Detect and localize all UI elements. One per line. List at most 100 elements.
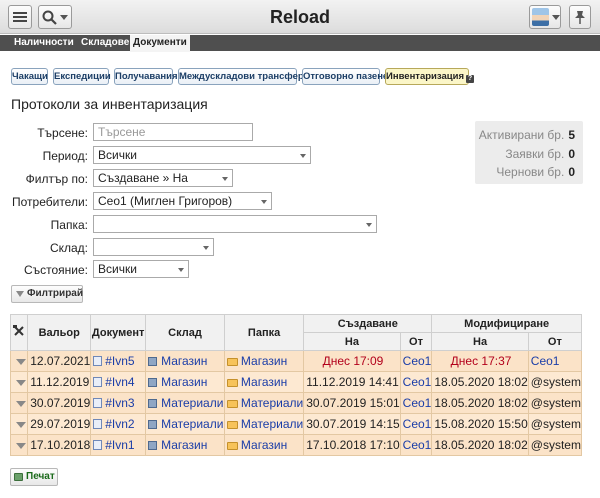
user-link[interactable]: Ceo1 xyxy=(403,438,432,452)
subtab-transfers[interactable]: Междускладови трансфери xyxy=(178,68,310,85)
document-link[interactable]: #Ivn2 xyxy=(105,417,134,431)
warehouse-header[interactable]: Склад xyxy=(145,314,225,351)
warehouse-link[interactable]: Магазин xyxy=(161,375,207,389)
period-select[interactable]: Всички xyxy=(93,146,311,164)
actions-header xyxy=(9,314,29,351)
folder-cell[interactable]: Магазин xyxy=(223,350,305,372)
user-link[interactable]: Ceo1 xyxy=(531,354,560,368)
document-cell[interactable]: #Ivn1 xyxy=(90,434,147,456)
document-link[interactable]: #Ivn4 xyxy=(105,375,134,389)
folder-cell[interactable]: Магазин xyxy=(223,371,305,393)
warehouse-link[interactable]: Материали xyxy=(161,396,223,410)
state-select[interactable]: Всички xyxy=(93,260,189,278)
warehouse-cell[interactable]: Материали xyxy=(145,392,225,414)
folder-link[interactable]: Магазин xyxy=(241,375,287,389)
pin-button[interactable] xyxy=(569,5,591,29)
row-menu[interactable] xyxy=(9,350,29,372)
document-link[interactable]: #Ivn5 xyxy=(105,354,134,368)
folder-cell[interactable]: Материали xyxy=(223,413,305,435)
created-by-cell[interactable]: Ceo1 xyxy=(399,350,433,372)
user-link[interactable]: Ceo1 xyxy=(403,354,432,368)
table-row[interactable]: 17.10.2018 #Ivn1 Магазин Магазин 17.10.2… xyxy=(9,434,583,456)
tab-inventory[interactable]: Наличности xyxy=(11,35,77,51)
warehouse-icon xyxy=(148,441,158,450)
warehouse-link[interactable]: Материали xyxy=(161,417,223,431)
user-menu-button[interactable] xyxy=(529,5,561,29)
created-by-header[interactable]: От xyxy=(399,332,433,351)
filter-button[interactable]: Филтрирай xyxy=(11,285,83,303)
modified-by-header[interactable]: От xyxy=(527,332,583,351)
page-title: Протоколи за инвентаризация xyxy=(11,96,208,112)
subtab-inventory-count[interactable]: Инвентаризация? xyxy=(385,68,474,85)
folder-link[interactable]: Магазин xyxy=(241,354,287,368)
modified-on-cell: 18.05.2020 18:02 xyxy=(431,392,529,414)
search-input[interactable] xyxy=(93,123,253,141)
folder-link[interactable]: Материали xyxy=(241,417,303,431)
row-menu[interactable] xyxy=(9,434,29,456)
tab-documents[interactable]: Документи xyxy=(130,35,190,52)
table-row[interactable]: 29.07.2019 #Ivn2 Материали Материали 30.… xyxy=(9,413,583,435)
filter-by-select[interactable]: Създаване » На xyxy=(93,169,233,187)
document-icon xyxy=(93,419,103,429)
search-button[interactable] xyxy=(38,5,72,29)
tab-warehouses[interactable]: Складове xyxy=(78,35,132,51)
user-link[interactable]: Ceo1 xyxy=(403,375,432,389)
stat-drafts-label: Чернови бр. xyxy=(496,165,565,179)
warehouse-cell[interactable]: Магазин xyxy=(145,371,225,393)
folder-link[interactable]: Материали xyxy=(241,396,303,410)
table-row[interactable]: 30.07.2019 #Ivn3 Материали Материали 30.… xyxy=(9,392,583,414)
warehouse-icon xyxy=(148,420,158,429)
warehouse-link[interactable]: Магазин xyxy=(161,354,207,368)
valor-header[interactable]: Вальор xyxy=(27,314,92,351)
search-label: Търсене: xyxy=(37,126,88,140)
folder-link[interactable]: Магазин xyxy=(241,438,287,452)
created-on-cell: 17.10.2018 17:10 xyxy=(303,434,401,456)
folder-cell[interactable]: Магазин xyxy=(223,434,305,456)
warehouse-cell[interactable]: Магазин xyxy=(145,350,225,372)
subtab-pending[interactable]: Чакащи xyxy=(11,68,48,85)
document-link[interactable]: #Ivn1 xyxy=(105,438,134,452)
subtab-custody[interactable]: Отговорно пазене xyxy=(302,68,388,85)
subtab-shipments[interactable]: Експедиции xyxy=(53,68,111,85)
modified-by-cell[interactable]: Ceo1 xyxy=(527,350,583,372)
created-by-cell[interactable]: Ceo1 xyxy=(399,392,433,414)
created-by-cell[interactable]: Ceo1 xyxy=(399,413,433,435)
subtab-inventory-count-label: Инвентаризация xyxy=(386,71,464,82)
folder-icon xyxy=(226,442,238,450)
row-menu[interactable] xyxy=(9,413,29,435)
document-link[interactable]: #Ivn3 xyxy=(105,396,134,410)
folder-select[interactable] xyxy=(93,215,377,233)
table-row[interactable]: 12.07.2021 #Ivn5 Магазин Магазин Днес 17… xyxy=(9,350,583,372)
warehouse-cell[interactable]: Материали xyxy=(145,413,225,435)
folder-cell[interactable]: Материали xyxy=(223,392,305,414)
print-button[interactable]: Печат xyxy=(10,468,58,486)
document-header[interactable]: Документ xyxy=(90,314,147,351)
main-menu-button[interactable] xyxy=(8,5,32,29)
chevron-down-icon xyxy=(552,14,560,20)
warehouse-cell[interactable]: Магазин xyxy=(145,434,225,456)
folder-header[interactable]: Папка xyxy=(223,314,305,351)
warehouse-select[interactable] xyxy=(93,238,214,256)
filter-button-label: Филтрирай xyxy=(27,288,84,299)
table-row[interactable]: 11.12.2019 #Ivn4 Магазин Магазин 11.12.2… xyxy=(9,371,583,393)
users-select[interactable]: Ceo1 (Миглен Григоров) xyxy=(93,192,272,210)
user-link[interactable]: Ceo1 xyxy=(403,417,432,431)
user-link[interactable]: Ceo1 xyxy=(403,396,432,410)
document-cell[interactable]: #Ivn3 xyxy=(90,392,147,414)
created-by-cell[interactable]: Ceo1 xyxy=(399,434,433,456)
state-value: Всички xyxy=(98,262,137,276)
created-by-cell[interactable]: Ceo1 xyxy=(399,371,433,393)
created-on-cell: 30.07.2019 15:01 xyxy=(303,392,401,414)
created-on-header[interactable]: На xyxy=(303,332,401,351)
row-menu[interactable] xyxy=(9,371,29,393)
modified-on-header[interactable]: На xyxy=(431,332,529,351)
document-cell[interactable]: #Ivn4 xyxy=(90,371,147,393)
warehouse-link[interactable]: Магазин xyxy=(161,438,207,452)
document-cell[interactable]: #Ivn2 xyxy=(90,413,147,435)
row-menu[interactable] xyxy=(9,392,29,414)
filter-icon xyxy=(16,291,24,297)
search-icon xyxy=(42,10,57,25)
modified-by-cell: @system xyxy=(527,392,583,414)
subtab-receipts[interactable]: Получавания xyxy=(114,68,178,85)
document-cell[interactable]: #Ivn5 xyxy=(90,350,147,372)
